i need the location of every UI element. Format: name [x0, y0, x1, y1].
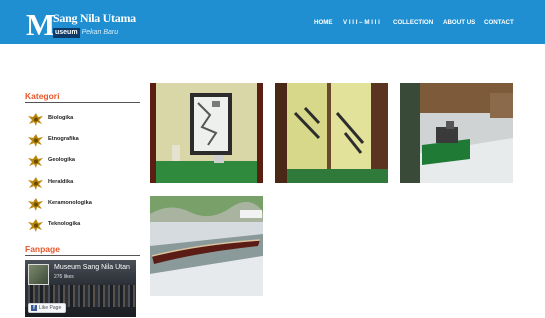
leaf-icon — [28, 177, 43, 190]
leaf-icon — [28, 155, 43, 168]
logo-title: Sang Nila Utama — [53, 11, 136, 25]
nav-collection[interactable]: COLLECTION — [393, 17, 433, 29]
fanpage-avatar[interactable] — [28, 264, 49, 285]
like-page-button[interactable]: f Like Page — [28, 303, 66, 313]
leaf-icon — [28, 134, 43, 147]
logo-letter: M — [26, 7, 56, 42]
gallery-photo-2[interactable] — [275, 83, 388, 183]
fanpage-name[interactable]: Museum Sang Nila Utan — [54, 264, 130, 271]
photo-display-case — [150, 83, 263, 183]
gallery-photo-4[interactable] — [150, 196, 263, 296]
kategori-divider — [25, 102, 140, 103]
leaf-icon — [28, 219, 43, 232]
category-label: Biologika — [48, 115, 74, 121]
photo-cannon-exhibit — [400, 83, 513, 183]
category-label: Etnografika — [48, 136, 79, 142]
facebook-page-widget[interactable]: Museum Sang Nila Utan 276 likes f Like P… — [25, 260, 136, 317]
gallery-photo-1[interactable] — [150, 83, 263, 183]
category-label: Geologika — [48, 157, 76, 163]
facebook-icon: f — [31, 305, 37, 311]
leaf-icon — [28, 198, 43, 211]
fanpage-divider — [25, 255, 140, 256]
category-label: Keramonologika — [48, 200, 92, 206]
category-label: Heraldika — [48, 179, 74, 185]
fanpage-likes: 276 likes — [54, 274, 74, 280]
category-label: Teknologika — [48, 221, 81, 227]
nav-viii-miii[interactable]: V I I I – M I I I — [343, 17, 380, 29]
photo-boat-exhibit — [150, 196, 263, 296]
category-item-teknologika[interactable]: Teknologika — [28, 218, 138, 232]
logo-sub-a: useum — [53, 28, 80, 38]
photo-glass-cabinet — [275, 83, 388, 183]
category-item-etnografika[interactable]: Etnografika — [28, 133, 138, 147]
nav-about-us[interactable]: ABOUT US — [443, 17, 475, 29]
nav-home[interactable]: HOME — [314, 17, 333, 29]
fanpage-heading: Fanpage — [25, 244, 60, 254]
kategori-heading: Kategori — [25, 91, 60, 101]
leaf-icon — [28, 113, 43, 126]
site-logo[interactable]: M Sang Nila Utama useum Pekan Baru — [26, 7, 136, 42]
category-item-heraldika[interactable]: Heraldika — [28, 176, 138, 190]
nav-contact[interactable]: CONTACT — [484, 17, 514, 29]
site-header: M Sang Nila Utama useum Pekan Baru HOME V… — [0, 0, 545, 44]
gallery-photo-3[interactable] — [400, 83, 513, 183]
logo-sub-b: Pekan Baru — [81, 29, 119, 36]
category-item-geologika[interactable]: Geologika — [28, 154, 138, 168]
logo-subtitle: useum Pekan Baru — [53, 28, 118, 38]
like-page-label: Like Page — [39, 305, 62, 311]
category-item-keramonologika[interactable]: Keramonologika — [28, 197, 138, 211]
category-item-biologika[interactable]: Biologika — [28, 112, 138, 126]
